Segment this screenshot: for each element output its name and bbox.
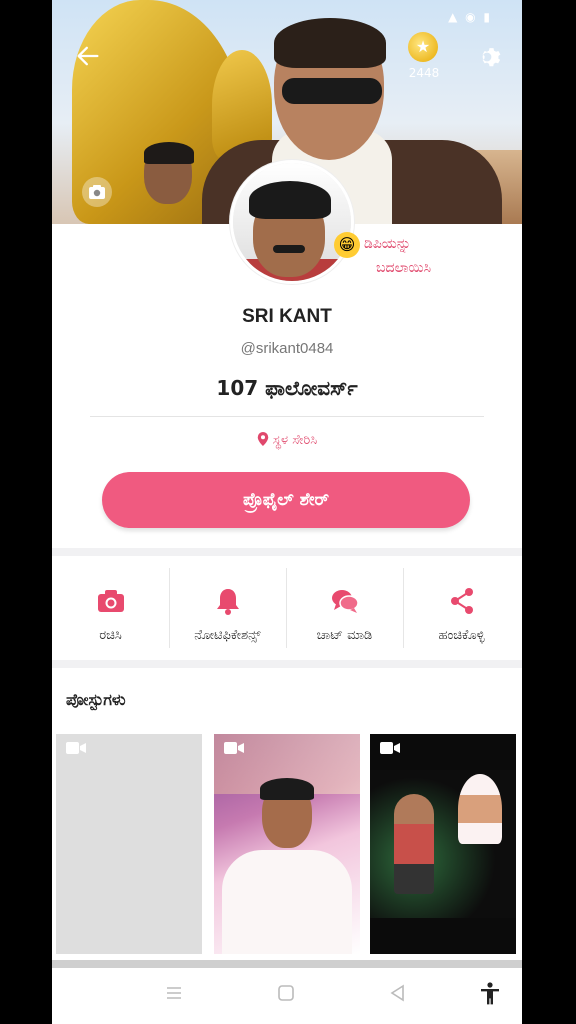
camera-icon [98,590,124,612]
change-dp-label: ಡಿಪಿಯನ್ನು ಬದಲಾಯಿಸಿ [364,232,459,280]
menu-icon [167,987,181,999]
grin-emoji-icon: 😁 [334,232,360,258]
change-dp-label-line2: ಬದಲಾಯಿಸಿ [376,260,432,276]
action-chat[interactable]: ಚಾಟ್ ಮಾಡಿ [286,556,403,660]
actions-row: ರಚಿಸಿ ನೋಟಿಫಿಕೇಶನ್ಸ್ ಚಾಟ್ ಮಾಡಿ ಹಂಚಿಕೊಳ್ಳಿ [52,556,522,660]
next-row-preview [52,960,522,968]
action-share[interactable]: ಹಂಚಿಕೊಳ್ಳಿ [403,556,520,660]
action-share-label: ಹಂಚಿಕೊಳ್ಳಿ [438,628,485,643]
post-tile[interactable] [214,734,360,954]
post-tile[interactable] [56,734,202,954]
back-button[interactable] [72,42,104,74]
action-create[interactable]: ರಚಿಸಿ [52,556,169,660]
arrow-left-icon [77,46,99,66]
chat-icon [332,590,359,613]
system-nav-bar [52,968,522,1024]
profile-handle: @srikant0484 [240,340,334,357]
location-pin-icon [257,432,269,446]
change-cover-button[interactable] [82,177,112,207]
posts-section: ಪೋಸ್ಟುಗಳು [52,668,522,968]
status-bar: ▲ ◉ ▮ [52,8,522,34]
cover-person-left [140,140,200,224]
location-label: ಸ್ಥಳ ಸೇರಿಸಿ [272,433,318,448]
accessibility-button[interactable] [476,982,504,1010]
add-location-link[interactable]: ಸ್ಥಳ ಸೇರಿಸಿ [52,432,522,448]
gear-icon [482,48,501,67]
posts-title: ಪೋಸ್ಟುಗಳು [66,690,126,709]
settings-button[interactable] [472,42,502,72]
accessibility-icon [481,982,499,1005]
bell-icon [217,589,239,615]
home-square-icon [278,985,294,1001]
action-notifications-label: ನೋಟಿಫಿಕೇಶನ್ಸ್ [194,628,261,643]
divider [90,416,484,417]
coin-icon[interactable]: ★ [408,32,438,62]
back-nav-button[interactable] [384,982,412,1010]
change-dp-button[interactable]: 😁 ಡಿಪಿಯನ್ನು ಬದಲಾಯಿಸಿ [334,232,454,280]
triangle-back-icon [390,984,404,1002]
action-chat-label: ಚಾಟ್ ಮಾಡಿ [316,628,373,643]
video-camera-icon [380,742,400,754]
action-create-label: ರಚಿಸಿ [99,628,122,643]
profile-name: SRI KANT [242,306,332,327]
camera-icon [89,185,105,199]
change-dp-label-line1: ಡಿಪಿಯನ್ನು [364,236,411,252]
action-notifications[interactable]: ನೋಟಿಫಿಕೇಶನ್ಸ್ [169,556,286,660]
coin-count: 2448 [408,66,440,80]
post-tile[interactable] [370,734,516,954]
share-profile-button[interactable]: ಪ್ರೊಫೈಲ್ ಶೇರ್ [102,472,470,528]
menu-button[interactable] [160,982,188,1010]
share-icon [451,588,473,614]
profile-screen: ▲ ◉ ▮ ★ 2448 😁 ಡಿಪಿಯನ್ನು ಬದಲಾಯಿಸಿ SRI KA… [52,0,522,1024]
followers-count[interactable]: 107 ಫಾಲೋವರ್ಸ್ [52,376,522,400]
home-button[interactable] [272,982,300,1010]
status-icons: ▲ ◉ ▮ [448,10,492,24]
video-camera-icon [66,742,86,754]
video-camera-icon [224,742,244,754]
